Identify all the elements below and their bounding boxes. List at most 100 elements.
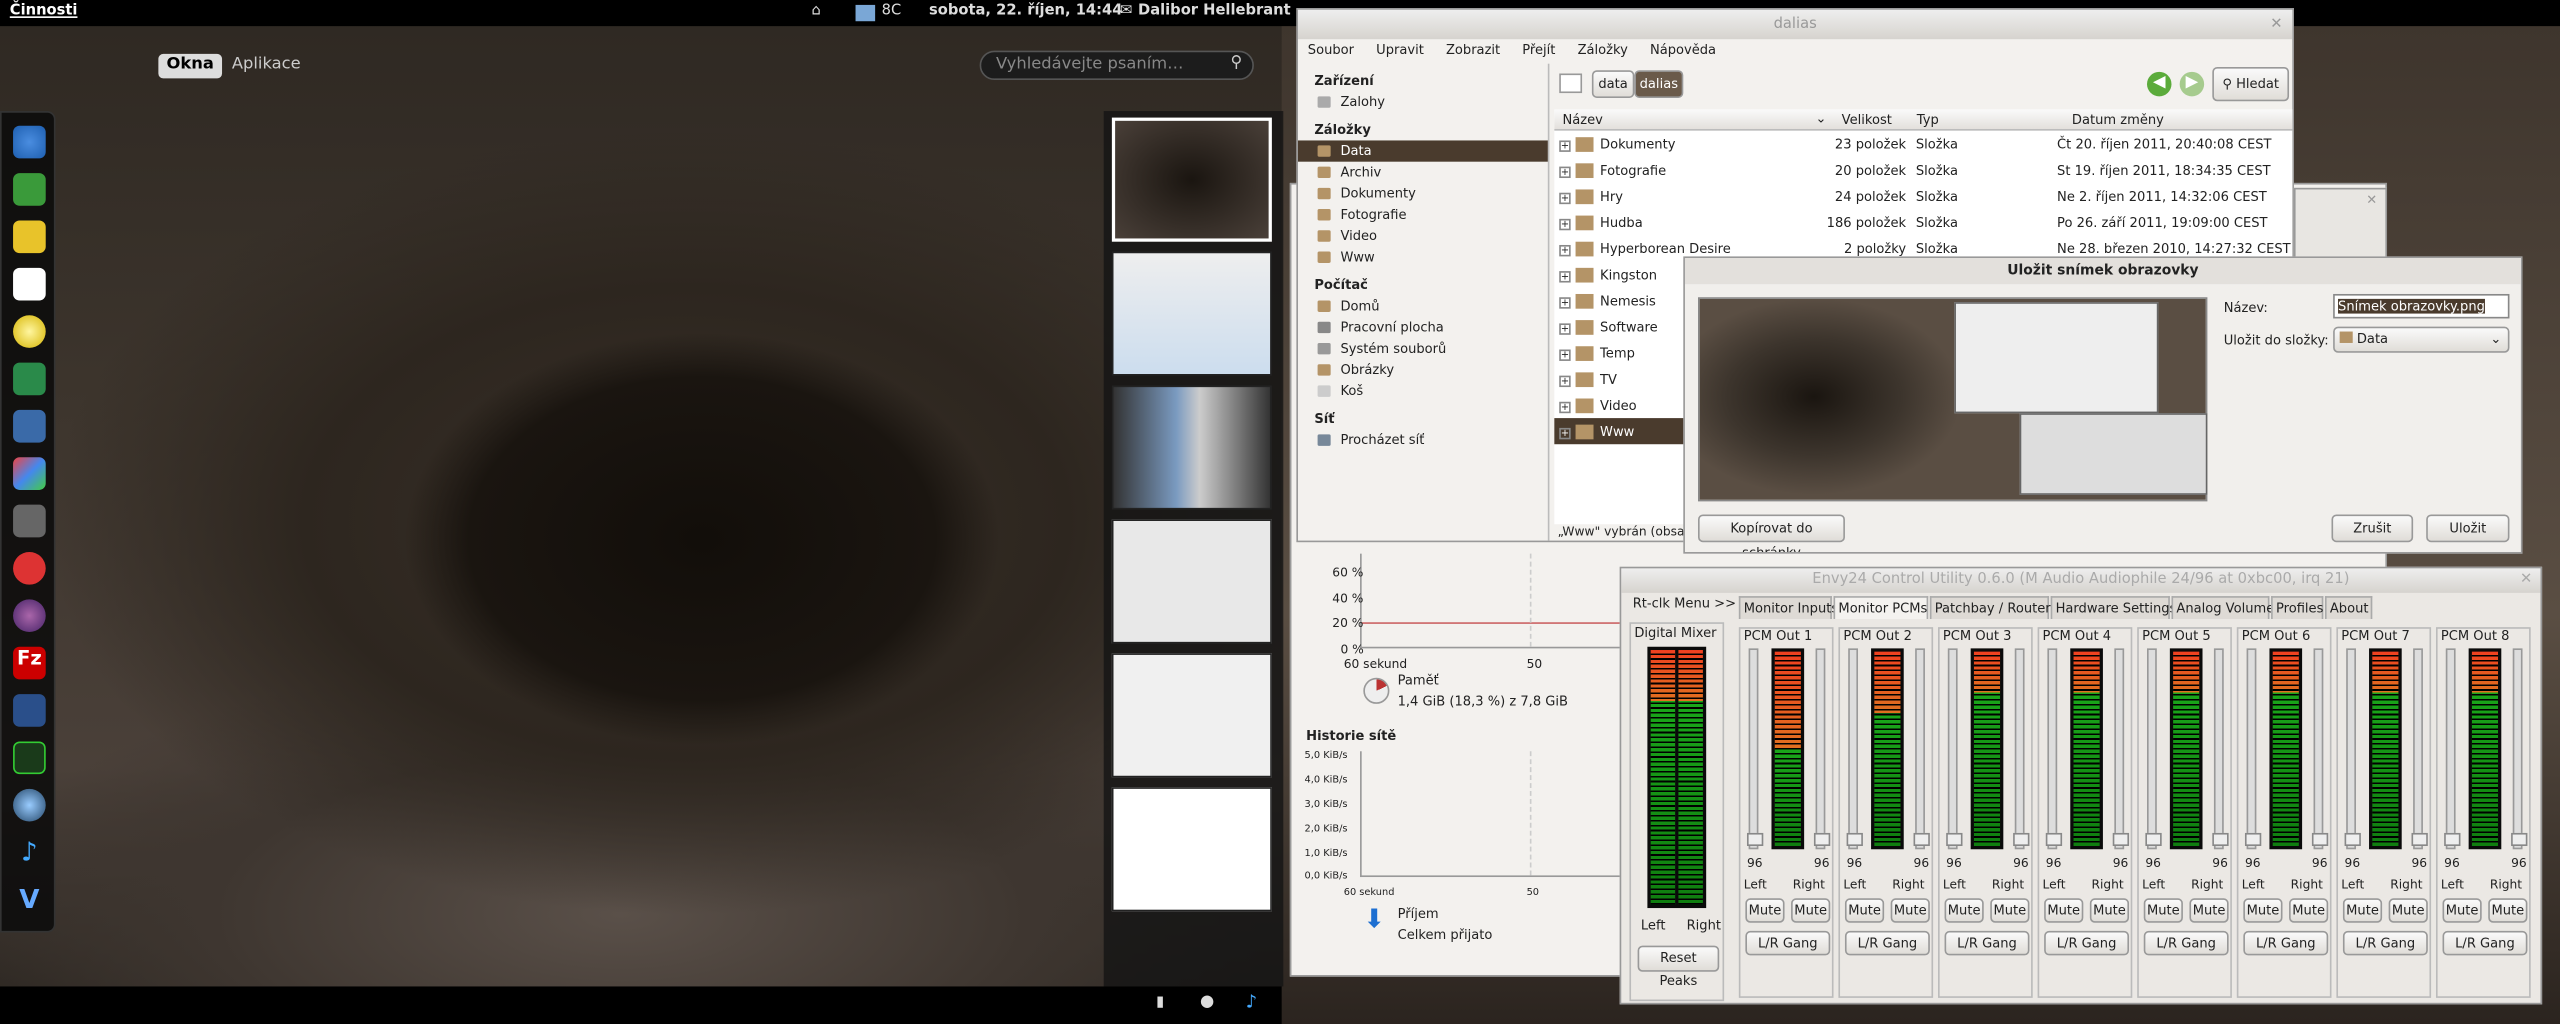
left-volume-slider[interactable]	[1946, 648, 1963, 850]
lr-gang-button[interactable]: L/R Gang	[1944, 930, 2030, 956]
slider-handle[interactable]	[1746, 832, 1764, 846]
right-mute-button[interactable]: Mute	[2488, 898, 2528, 923]
tab-applications[interactable]: Aplikace	[224, 54, 309, 78]
disc-tray-icon[interactable]: ●	[1200, 993, 1214, 1011]
slider-handle[interactable]	[2344, 832, 2361, 846]
sidebar-item-fotografie[interactable]: Fotografie	[1298, 204, 1548, 225]
expander-icon[interactable]: +	[1559, 191, 1571, 204]
menu-upravit[interactable]: Upravit	[1376, 42, 1424, 57]
slider-handle[interactable]	[2511, 832, 2528, 846]
menu-prejit[interactable]: Přejít	[1522, 42, 1555, 57]
tab-monitor-inputs[interactable]: Monitor Inputs	[1738, 596, 1838, 619]
tab-windows[interactable]: Okna	[158, 53, 223, 79]
path-button-data[interactable]: data	[1591, 70, 1635, 98]
lr-gang-button[interactable]: L/R Gang	[1844, 930, 1930, 956]
left-mute-button[interactable]: Mute	[1745, 898, 1785, 923]
envy24-window[interactable]: Envy24 Control Utility 0.6.0 (M Audio Au…	[1619, 566, 2543, 1005]
menu-soubor[interactable]: Soubor	[1308, 42, 1354, 57]
document-icon[interactable]: ▮	[1156, 995, 1164, 1011]
sidebar-item-pictures[interactable]: Obrázky	[1298, 359, 1548, 380]
back-icon[interactable]: ◀	[2147, 71, 2172, 97]
workspace-thumb[interactable]	[1111, 787, 1272, 912]
close-icon[interactable]: ✕	[2366, 193, 2377, 208]
sidebar-item-desktop[interactable]: Pracovní plocha	[1298, 317, 1548, 338]
search-button[interactable]: ⚲ Hledat	[2212, 66, 2290, 102]
column-name[interactable]: Název	[1562, 113, 1602, 128]
right-volume-slider[interactable]	[1813, 648, 1831, 850]
workspace-thumb[interactable]	[1111, 251, 1272, 376]
expander-icon[interactable]: +	[1559, 296, 1571, 308]
right-volume-slider[interactable]	[2511, 648, 2528, 850]
tab-monitor-pcms[interactable]: Monitor PCMs	[1833, 596, 1929, 619]
network-icon[interactable]: ⌂	[811, 3, 820, 19]
expander-icon[interactable]: +	[1559, 270, 1571, 282]
save-button[interactable]: Uložit	[2426, 514, 2510, 543]
lr-gang-button[interactable]: L/R Gang	[2044, 930, 2130, 956]
left-mute-button[interactable]: Mute	[2442, 898, 2482, 923]
copy-to-clipboard-button[interactable]: Kopírovat do schránky	[1698, 514, 1845, 552]
sidebar-item-zalohy[interactable]: Zalohy	[1298, 91, 1548, 112]
expander-icon[interactable]: +	[1559, 374, 1571, 387]
lr-gang-button[interactable]: L/R Gang	[2342, 930, 2428, 956]
expander-icon[interactable]: +	[1559, 165, 1571, 178]
globe-icon[interactable]	[13, 788, 46, 822]
cd-icon[interactable]	[13, 315, 46, 348]
palette-icon[interactable]	[13, 457, 46, 490]
tools-icon[interactable]	[13, 362, 46, 396]
right-mute-button[interactable]: Mute	[1990, 898, 2030, 923]
expander-icon[interactable]: +	[1559, 322, 1571, 334]
left-volume-slider[interactable]	[1746, 648, 1764, 850]
left-volume-slider[interactable]	[2145, 648, 2162, 850]
slider-handle[interactable]	[2244, 832, 2262, 846]
expander-icon[interactable]: +	[1559, 139, 1571, 152]
workspace-thumb[interactable]	[1111, 117, 1272, 242]
right-mute-button[interactable]: Mute	[1890, 898, 1930, 923]
workspace-thumb[interactable]	[1111, 653, 1272, 778]
sidebar-item-video[interactable]: Video	[1298, 225, 1548, 246]
cancel-button[interactable]: Zrušit	[2331, 514, 2414, 543]
folder-select[interactable]: Data ⌄	[2333, 326, 2510, 353]
tab-patchbay-router[interactable]: Patchbay / Router	[1929, 596, 2051, 619]
lr-gang-button[interactable]: L/R Gang	[2243, 930, 2329, 956]
table-row[interactable]: + Hudba 186 položek Složka Po 26. září 2011,…	[1554, 209, 2292, 235]
left-mute-button[interactable]: Mute	[2342, 898, 2383, 923]
sidebar-item-archiv[interactable]: Archiv	[1298, 162, 1548, 183]
menu-napoveda[interactable]: Nápověda	[1650, 42, 1716, 57]
slider-handle[interactable]	[2444, 832, 2461, 846]
left-volume-slider[interactable]	[1846, 648, 1863, 850]
slider-handle[interactable]	[1813, 832, 1831, 846]
filezilla-icon[interactable]: Fz	[13, 646, 46, 680]
left-volume-slider[interactable]	[2344, 648, 2361, 850]
menu-zobrazit[interactable]: Zobrazit	[1446, 42, 1500, 57]
expander-icon[interactable]: +	[1559, 400, 1571, 413]
graph-icon[interactable]	[13, 694, 46, 727]
workspace-thumb[interactable]	[1111, 519, 1272, 644]
lr-gang-button[interactable]: L/R Gang	[2442, 930, 2528, 956]
lr-gang-button[interactable]: L/R Gang	[1745, 930, 1831, 956]
table-row[interactable]: + Dokumenty 23 položek Složka Čt 20. říjen 2…	[1554, 131, 2292, 157]
lr-gang-button[interactable]: L/R Gang	[2143, 930, 2229, 956]
chat-icon[interactable]: ✉	[1120, 3, 1132, 19]
left-volume-slider[interactable]	[2244, 648, 2262, 850]
right-mute-button[interactable]: Mute	[1791, 898, 1831, 923]
path-button-dalias[interactable]: dalias	[1634, 70, 1684, 98]
slider-handle[interactable]	[2112, 832, 2130, 846]
right-mute-button[interactable]: Mute	[2189, 898, 2229, 923]
toggle-location-icon[interactable]	[1559, 73, 1583, 94]
sidebar-item-filesystem[interactable]: Systém souborů	[1298, 338, 1548, 359]
right-click-menu-label[interactable]: Rt-clk Menu >>	[1633, 596, 1736, 611]
expander-icon[interactable]: +	[1559, 218, 1571, 230]
search-input[interactable]: Vyhledávejte psaním… ⚲	[979, 50, 1254, 81]
sidebar-item-data[interactable]: Data	[1297, 140, 1548, 162]
table-row[interactable]: + Fotografie 20 položek Složka St 19. říjen …	[1554, 157, 2292, 183]
slider-handle[interactable]	[1913, 832, 1930, 846]
left-mute-button[interactable]: Mute	[2243, 898, 2283, 923]
music-tray-icon[interactable]: ♪	[1246, 991, 1257, 1012]
right-mute-button[interactable]: Mute	[2089, 898, 2130, 923]
right-volume-slider[interactable]	[2112, 648, 2130, 850]
table-row[interactable]: + Hry 24 položek Složka Ne 2. říjen 2011, 14…	[1554, 183, 2292, 209]
workspace-thumb[interactable]	[1111, 385, 1272, 510]
slider-handle[interactable]	[2013, 832, 2030, 846]
expander-icon[interactable]: +	[1559, 348, 1571, 361]
system-monitor-icon[interactable]	[13, 741, 46, 775]
